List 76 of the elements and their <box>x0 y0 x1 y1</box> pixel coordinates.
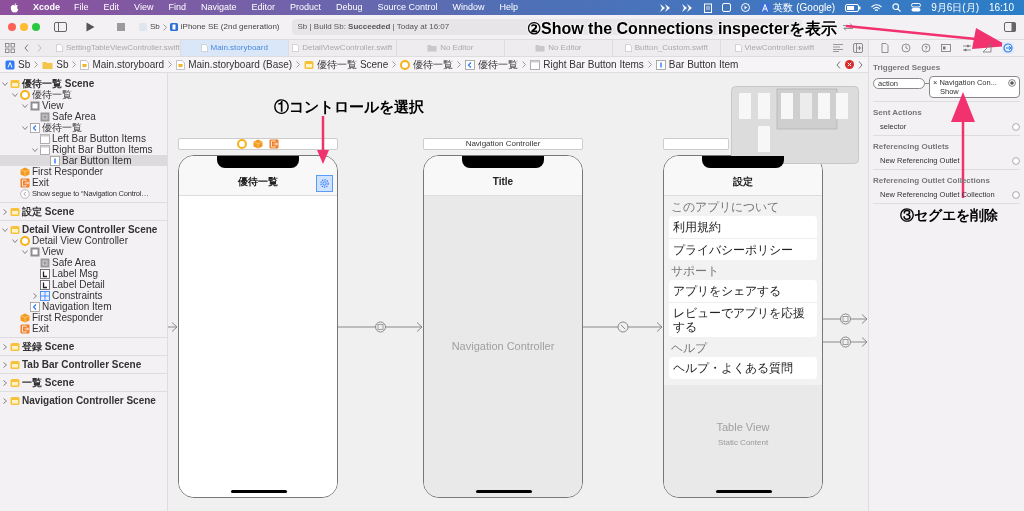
outline-item[interactable]: Label Msg <box>0 268 167 279</box>
placeholder-label: Navigation Controller <box>451 339 555 355</box>
outline-item[interactable]: Right Bar Button Items <box>0 144 167 155</box>
outline-item[interactable]: Safe Area <box>0 257 167 268</box>
outline-item[interactable]: Tab Bar Controller Scene <box>0 359 167 370</box>
breadcrumb-item[interactable]: Sb <box>42 59 69 70</box>
menu-item[interactable]: Help <box>499 0 519 15</box>
outline-item[interactable]: Bar Button Item <box>0 155 167 166</box>
breadcrumb-item[interactable]: Main.storyboard <box>80 59 165 70</box>
outline-item[interactable]: First Responder <box>0 312 167 323</box>
table-row[interactable]: プライバシーポリシー <box>669 238 817 260</box>
phone-frame[interactable]: Title Navigation Controller <box>423 155 583 498</box>
annotation-text: ②Show the Connections inspecterを表示 <box>527 19 838 39</box>
menu-clock[interactable]: 16:10 <box>988 0 1014 15</box>
annotation-text: ①コントロールを選択 <box>274 97 424 117</box>
nav-title: Title <box>492 175 514 189</box>
breadcrumb-item[interactable]: 優待一覧 <box>465 59 519 70</box>
section-title: Sent Actions <box>873 107 923 119</box>
outline-item[interactable]: Detail View Controller <box>0 235 167 246</box>
menu-item[interactable]: File <box>74 0 89 15</box>
menu-item[interactable]: Source Control <box>377 0 438 15</box>
breadcrumb-item[interactable]: Sb <box>5 59 31 70</box>
menu-item[interactable]: Product <box>289 0 321 15</box>
outline-item[interactable]: Detail View Controller Scene <box>0 224 167 235</box>
section-title: Referencing Outlets <box>873 141 950 153</box>
outline-item[interactable]: View <box>0 100 167 111</box>
phone-frame[interactable]: 優待一覧 <box>178 155 338 498</box>
placeholder-subtitle: Static Content <box>717 437 769 449</box>
menu-item[interactable]: Debug <box>336 0 363 15</box>
section-header: ヘルプ <box>670 340 709 357</box>
outline-item[interactable]: Constraints <box>0 290 167 301</box>
outline-item[interactable]: 一覧 Scene <box>0 377 167 388</box>
placeholder-label: Table View <box>716 419 770 435</box>
outline-item[interactable]: Exit <box>0 177 167 188</box>
nav-title: 優待一覧 <box>238 175 278 189</box>
scene-title: Navigation Controller <box>465 140 541 148</box>
outline-item[interactable]: 設定 Scene <box>0 206 167 217</box>
menu-date[interactable]: 9月6日(月) <box>931 0 979 15</box>
outline-item[interactable]: 優待一覧 Scene <box>0 78 167 89</box>
outline-item[interactable]: Navigation Item <box>0 301 167 312</box>
app-menu[interactable]: Xcode <box>33 0 60 15</box>
breadcrumb-item[interactable]: Right Bar Button Items <box>530 59 644 70</box>
table-row[interactable]: アプリをシェアする <box>669 280 817 302</box>
table-row[interactable]: ヘルプ・よくある質問 <box>669 357 817 379</box>
menu-item[interactable]: Window <box>452 0 485 15</box>
phone-frame[interactable]: 設定 このアプリについて 利用規約 プライバシーポリシー サポート アプリをシェアする レビューでアプリを応援する ヘルプ ヘルプ・よくある質問 Table View Static Content <box>663 155 823 498</box>
table-row[interactable]: 利用規約 <box>669 216 817 238</box>
nav-title: 設定 <box>733 175 753 189</box>
menu-item[interactable]: Find <box>168 0 186 15</box>
table-row[interactable]: レビューでアプリを応援する <box>669 302 817 337</box>
outline-item[interactable]: Exit <box>0 323 167 334</box>
breadcrumb-item[interactable]: Bar Button Item <box>655 59 739 70</box>
outline-item[interactable]: First Responder <box>0 166 167 177</box>
outline-item[interactable]: Label Detail <box>0 279 167 290</box>
outline-item[interactable]: View <box>0 246 167 257</box>
breadcrumb-item[interactable]: 優待一覧 Scene <box>304 59 389 70</box>
build-status: Sb | Build Sb: Succeeded | Today at 16:07 <box>297 21 450 33</box>
outline-item[interactable]: 優待一覧 <box>0 89 167 100</box>
outline-item[interactable]: Left Bar Button Items <box>0 133 167 144</box>
section-header: このアプリについて <box>670 199 780 216</box>
scheme-selector[interactable]: Sb iPhone SE (2nd generation) <box>139 21 280 33</box>
outline-item[interactable]: Safe Area <box>0 111 167 122</box>
scene-dock[interactable]: Navigation Controller <box>423 138 583 150</box>
menu-item[interactable]: Edit <box>103 0 120 15</box>
outline-item[interactable]: 優待一覧 <box>0 122 167 133</box>
menu-item[interactable]: View <box>134 0 154 15</box>
section-header: サポート <box>670 263 720 280</box>
section-title: Triggered Segues <box>873 62 942 74</box>
annotation-text: ③セグエを削除 <box>900 206 998 225</box>
breadcrumb-item[interactable]: Main.storyboard (Base) <box>176 59 293 70</box>
breadcrumb-item[interactable]: 優待一覧 <box>400 59 454 70</box>
menu-item[interactable]: Editor <box>251 0 275 15</box>
menu-item[interactable]: Navigate <box>200 0 237 15</box>
outline-item[interactable]: Navigation Controller Scene <box>0 395 167 406</box>
input-source[interactable]: 英数 (Google) <box>773 0 836 15</box>
outline-item[interactable]: 登録 Scene <box>0 341 167 352</box>
